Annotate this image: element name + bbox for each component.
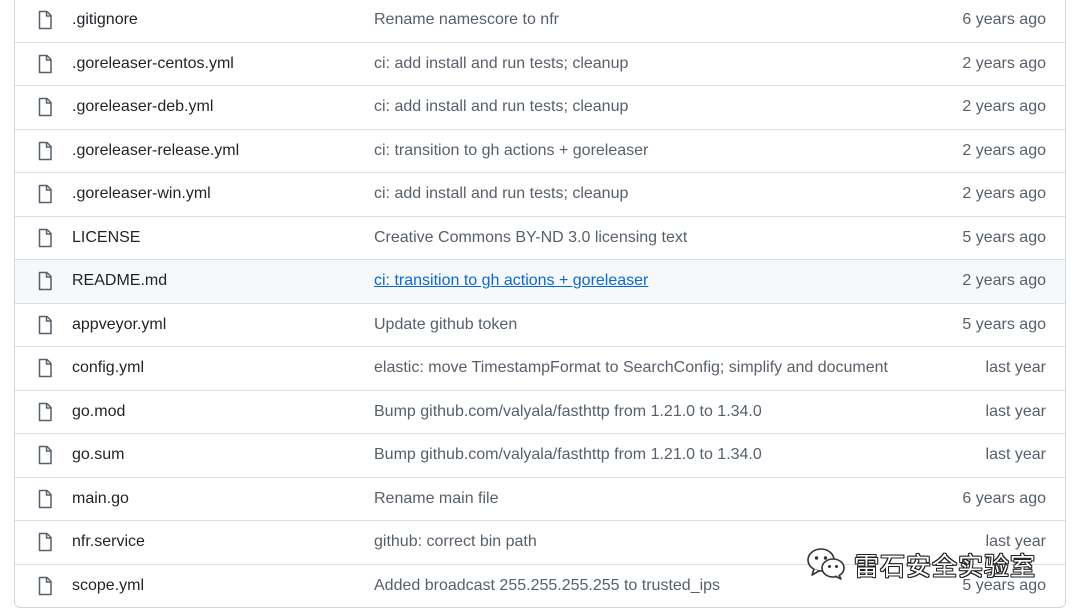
commit-age: 6 years ago <box>962 10 1046 28</box>
file-icon <box>37 402 53 422</box>
file-row[interactable]: scope.yml Added broadcast 255.255.255.255… <box>15 563 1065 608</box>
file-row[interactable]: .goreleaser-centos.yml ci: add install an… <box>15 41 1065 86</box>
commit-age: 6 years ago <box>962 489 1046 507</box>
file-icon <box>37 54 53 74</box>
file-icon <box>37 184 53 204</box>
file-icon <box>37 271 53 291</box>
file-name-link[interactable]: appveyor.yml <box>72 316 166 334</box>
commit-age: 2 years ago <box>962 98 1046 116</box>
commit-message-link[interactable]: Added broadcast 255.255.255.255 to trust… <box>374 577 720 595</box>
file-icon <box>37 228 53 248</box>
file-icon <box>37 576 53 596</box>
file-row[interactable]: appveyor.yml Update github token 5 years a… <box>15 302 1065 347</box>
commit-age: 2 years ago <box>962 272 1046 290</box>
file-row[interactable]: config.yml elastic: move TimestampFormat … <box>15 346 1065 390</box>
file-name-link[interactable]: .goreleaser-centos.yml <box>72 55 234 73</box>
commit-message-link[interactable]: ci: add install and run tests; cleanup <box>374 55 628 73</box>
commit-age: last year <box>985 533 1046 551</box>
file-name-link[interactable]: LICENSE <box>72 229 140 247</box>
file-row[interactable]: main.go Rename main file 6 years ago <box>15 476 1065 521</box>
file-name-link[interactable]: .goreleaser-deb.yml <box>72 98 213 116</box>
commit-message-link[interactable]: Update github token <box>374 316 517 334</box>
file-row[interactable]: go.sum Bump github.com/valyala/fasthttp f… <box>15 433 1065 477</box>
commit-message-link[interactable]: Rename main file <box>374 490 499 508</box>
commit-age: last year <box>985 402 1046 420</box>
commit-message-link[interactable]: Bump github.com/valyala/fasthttp from 1.… <box>374 446 762 464</box>
commit-age: last year <box>985 446 1046 464</box>
file-name-link[interactable]: go.sum <box>72 446 124 464</box>
file-icon <box>37 141 53 161</box>
commit-message-link[interactable]: ci: transition to gh actions + gorelease… <box>374 142 648 160</box>
file-name-link[interactable]: main.go <box>72 490 129 508</box>
file-row[interactable]: .gitignore Rename namescore to nfr 6 years… <box>15 0 1065 42</box>
file-name-link[interactable]: go.mod <box>72 403 125 421</box>
commit-message-link[interactable]: ci: add install and run tests; cleanup <box>374 98 628 116</box>
file-name-link[interactable]: .gitignore <box>72 11 138 29</box>
commit-age: 2 years ago <box>962 141 1046 159</box>
file-row[interactable]: .goreleaser-deb.yml ci: add install and r… <box>15 85 1065 129</box>
commit-age: 2 years ago <box>962 185 1046 203</box>
commit-age: 2 years ago <box>962 54 1046 72</box>
file-row[interactable]: LICENSE Creative Commons BY-ND 3.0 licens… <box>15 215 1065 260</box>
file-name-link[interactable]: .goreleaser-win.yml <box>72 185 211 203</box>
file-icon <box>37 315 53 335</box>
file-name-link[interactable]: scope.yml <box>72 577 144 595</box>
file-icon <box>37 489 53 509</box>
commit-message-link[interactable]: elastic: move TimestampFormat to SearchC… <box>374 359 888 377</box>
file-icon <box>37 10 53 30</box>
file-icon <box>37 532 53 552</box>
file-icon <box>37 97 53 117</box>
file-icon <box>37 358 53 378</box>
file-name-link[interactable]: README.md <box>72 272 167 290</box>
file-row[interactable]: go.mod Bump github.com/valyala/fasthttp f… <box>15 389 1065 434</box>
file-name-link[interactable]: .goreleaser-release.yml <box>72 142 239 160</box>
commit-age: 5 years ago <box>962 315 1046 333</box>
commit-message-link[interactable]: Rename namescore to nfr <box>374 11 559 29</box>
commit-message-link[interactable]: Creative Commons BY-ND 3.0 licensing tex… <box>374 229 687 247</box>
file-row[interactable]: README.md ci: transition to gh actions + … <box>15 259 1065 303</box>
file-row[interactable]: nfr.service github: correct bin path last … <box>15 520 1065 564</box>
commit-age: 5 years ago <box>962 228 1046 246</box>
commit-message-link[interactable]: github: correct bin path <box>374 533 537 551</box>
file-icon <box>37 445 53 465</box>
commit-message-link[interactable]: Bump github.com/valyala/fasthttp from 1.… <box>374 403 762 421</box>
commit-message-link[interactable]: ci: transition to gh actions + gorelease… <box>374 272 648 290</box>
file-list: .gitignore Rename namescore to nfr 6 years… <box>14 0 1066 608</box>
commit-age: 5 years ago <box>962 576 1046 594</box>
file-name-link[interactable]: config.yml <box>72 359 144 377</box>
commit-age: last year <box>985 359 1046 377</box>
file-row[interactable]: .goreleaser-win.yml ci: add install and r… <box>15 172 1065 216</box>
file-name-link[interactable]: nfr.service <box>72 533 145 551</box>
file-row[interactable]: .goreleaser-release.yml ci: transition to… <box>15 128 1065 173</box>
commit-message-link[interactable]: ci: add install and run tests; cleanup <box>374 185 628 203</box>
